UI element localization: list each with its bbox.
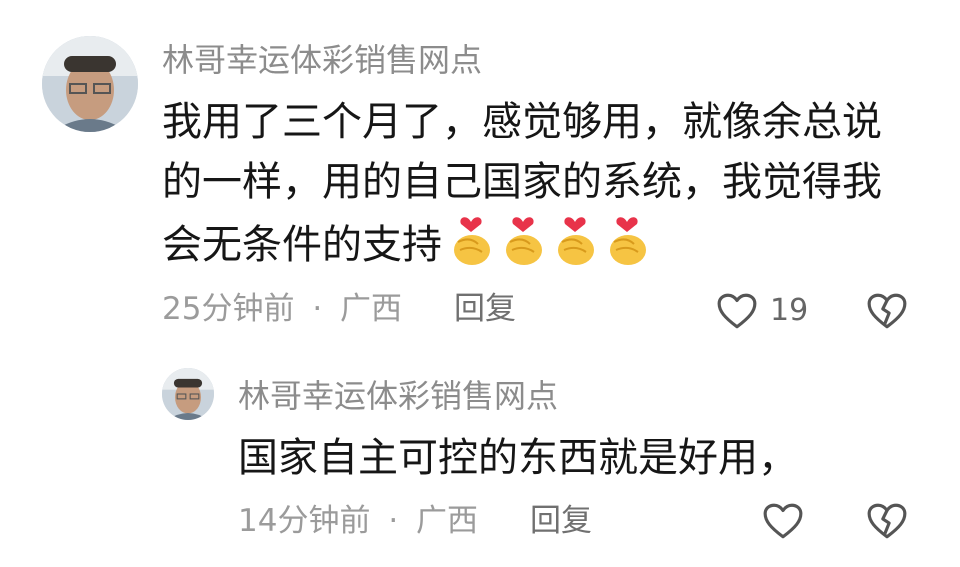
finger-heart-emoji	[610, 217, 646, 265]
like-count: 19	[770, 293, 809, 328]
timestamp: 14分钟前	[238, 503, 371, 539]
reply-text: 国家自主可控的东西就是好用，	[238, 435, 798, 481]
timestamp: 25分钟前	[162, 291, 295, 327]
finger-heart-emoji	[558, 217, 594, 265]
emoji-row	[448, 212, 650, 266]
location: 广西	[340, 291, 403, 327]
reply-button[interactable]: 回复	[454, 294, 516, 325]
avatar[interactable]	[42, 36, 138, 132]
reply-username[interactable]: 林哥幸运体彩销售网点	[238, 380, 558, 412]
heart-outline-icon[interactable]	[716, 292, 758, 330]
comment-text: 我用了三个月了，感觉够用，就像余总说 的一样，用的自己国家的系统，我觉得我 会无…	[162, 92, 882, 275]
comment-username[interactable]: 林哥幸运体彩销售网点	[162, 44, 482, 76]
separator-dot: ·	[312, 291, 323, 327]
location: 广西	[416, 503, 479, 539]
reply-button[interactable]: 回复	[530, 506, 592, 537]
finger-heart-emoji	[454, 217, 490, 265]
separator-dot: ·	[388, 503, 399, 539]
finger-heart-emoji	[506, 217, 542, 265]
comment-line: 的一样，用的自己国家的系统，我觉得我	[162, 159, 882, 205]
heart-outline-icon[interactable]	[762, 502, 804, 540]
avatar[interactable]	[162, 368, 214, 420]
comment-line: 会无条件的支持	[162, 212, 882, 275]
comment-line: 我用了三个月了，感觉够用，就像余总说	[162, 99, 882, 145]
comment-line-text: 会无条件的支持	[162, 222, 442, 268]
broken-heart-icon[interactable]	[866, 292, 908, 330]
reply-meta: 14分钟前 · 广西	[238, 506, 478, 537]
comment-meta: 25分钟前 · 广西	[162, 294, 402, 325]
broken-heart-icon[interactable]	[866, 502, 908, 540]
